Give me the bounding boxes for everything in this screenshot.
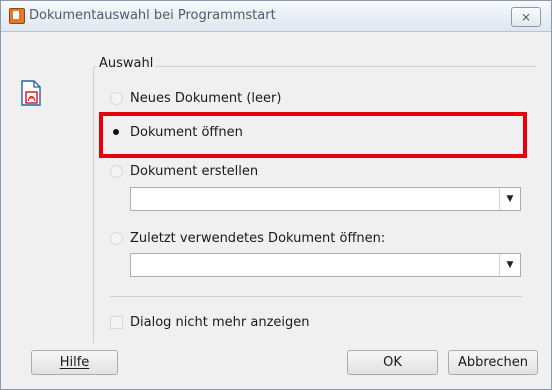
chevron-down-icon[interactable]: ▼ [499, 188, 520, 210]
radio-button-unchecked[interactable] [110, 91, 123, 105]
combo-dokument-erstellen[interactable]: ▼ [130, 187, 521, 211]
combo-zuletzt-verwendet[interactable]: ▼ [130, 253, 521, 277]
cancel-button-label: Abbrechen [457, 355, 529, 370]
help-button-label: Hilfe [59, 355, 90, 370]
group-label: Auswahl [97, 56, 156, 71]
checkbox-dialog-nicht-anzeigen[interactable]: Dialog nicht mehr anzeigen [110, 312, 310, 332]
ok-button-label: OK [383, 355, 402, 370]
radio-button-unchecked[interactable] [110, 164, 123, 178]
radio-label-zuletzt: Zuletzt verwendetes Dokument öffnen: [130, 230, 386, 246]
radio-button-unchecked[interactable] [110, 231, 123, 245]
ok-button[interactable]: OK [347, 350, 438, 375]
checkbox-label: Dialog nicht mehr anzeigen [130, 314, 310, 330]
chevron-down-icon[interactable]: ▼ [499, 254, 520, 276]
cancel-button[interactable]: Abbrechen [448, 350, 538, 375]
close-icon: ⨯ [520, 10, 532, 24]
radio-zuletzt-verwendet[interactable]: Zuletzt verwendetes Dokument öffnen: [110, 228, 385, 248]
close-button[interactable]: ⨯ [511, 7, 541, 27]
help-button[interactable]: Hilfe [31, 350, 118, 375]
radio-label-neues: Neues Dokument (leer) [130, 90, 282, 106]
separator [110, 296, 522, 297]
highlight-box [99, 112, 527, 158]
radio-neues-dokument[interactable]: Neues Dokument (leer) [110, 88, 281, 108]
title-bar: Dokumentauswahl bei Programmstart ⨯ [1, 1, 551, 32]
pdf-document-icon [21, 80, 41, 106]
window-title: Dokumentauswahl bei Programmstart [29, 8, 276, 23]
app-icon [9, 8, 25, 24]
radio-label-erstellen: Dokument erstellen [130, 163, 259, 179]
radio-dokument-erstellen[interactable]: Dokument erstellen [110, 161, 258, 181]
checkbox-box[interactable] [110, 315, 123, 329]
